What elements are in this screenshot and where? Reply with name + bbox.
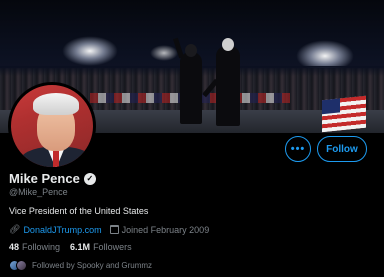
profile-name: Mike Pence (9, 171, 80, 186)
followers-link[interactable]: 6.1M Followers (70, 242, 142, 252)
calendar-icon (109, 225, 119, 234)
profile-avatar[interactable] (8, 82, 96, 170)
stadium-light (62, 36, 118, 66)
stadium-light (150, 45, 178, 61)
profile-bio: Vice President of the United States (9, 206, 149, 216)
profile-meta: 🔗︎ DonaldJTrump.com Joined February 2009 (9, 224, 209, 235)
profile-handle: @Mike_Pence (9, 187, 68, 197)
following-link[interactable]: 48 Following (9, 242, 70, 252)
flag (322, 95, 366, 133)
followed-by[interactable]: Followed by Spooky and Grummz (9, 260, 152, 271)
followed-by-text: Followed by Spooky and Grummz (32, 261, 153, 270)
followers-count: 6.1M (70, 242, 91, 252)
silhouette-person (216, 46, 240, 126)
link-icon: 🔗︎ (9, 224, 21, 234)
more-options-button[interactable]: ••• (285, 136, 311, 162)
profile-name-row: Mike Pence ✓ (9, 171, 96, 186)
follow-button[interactable]: Follow (317, 136, 367, 162)
profile-stats: 48 Following 6.1M Followers (9, 242, 142, 252)
silhouette-person (180, 52, 202, 124)
follower-avatar (16, 260, 27, 271)
joined-date: Joined February 2009 (121, 224, 210, 235)
website-link[interactable]: DonaldJTrump.com (23, 225, 101, 235)
following-count: 48 (9, 242, 20, 252)
more-options-icon: ••• (290, 143, 306, 155)
followers-label: Followers (93, 242, 132, 252)
verified-check-icon: ✓ (83, 172, 96, 185)
following-label: Following (22, 242, 61, 252)
